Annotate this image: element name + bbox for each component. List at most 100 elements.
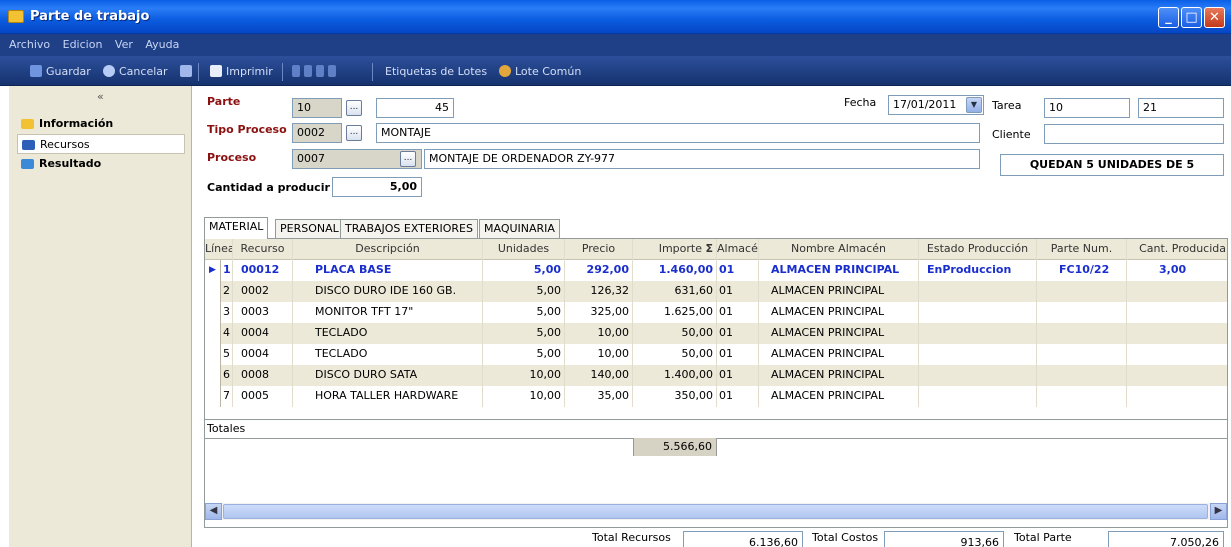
cell-nombre-almacen[interactable]: ALMACEN PRINCIPAL [759,260,919,281]
cell-precio[interactable]: 292,00 [565,260,633,281]
col-header-linea[interactable]: Línea [205,239,233,260]
scroll-left-button[interactable]: ◀ [205,503,222,520]
table-row[interactable]: ▶ 1 00012 PLACA BASE 5,00 292,00 1.460,00 01 ALM… [205,260,1227,281]
cancel-button[interactable]: Cancelar [103,64,168,80]
table-row[interactable]: 6 0008 DISCO DURO SATA 10,00 140,00 1.400,00 0… [205,365,1227,386]
cell-parte-num[interactable]: FC10/22 [1037,260,1127,281]
row-selector[interactable]: ▶ [205,260,221,281]
row-selector[interactable] [205,344,221,365]
lot-labels-button[interactable]: Etiquetas de Lotes [385,64,487,80]
cell-estado[interactable] [919,323,1037,344]
cell-recurso[interactable]: 00012 [233,260,293,281]
row-selector[interactable] [205,323,221,344]
nav-item-informacion[interactable]: Información [17,114,185,134]
menu-ayuda[interactable]: Ayuda [145,34,179,56]
tab-maquinaria[interactable]: MAQUINARIA [479,219,560,238]
menu-archivo[interactable]: Archivo [9,34,50,56]
cell-unidades[interactable]: 5,00 [483,323,565,344]
cell-precio[interactable]: 325,00 [565,302,633,323]
cell-unidades[interactable]: 10,00 [483,365,565,386]
cell-almacen[interactable]: 01 [717,281,759,302]
cell-unidades[interactable]: 5,00 [483,344,565,365]
cell-cant-producida[interactable] [1127,323,1227,344]
cell-descripcion[interactable]: DISCO DURO IDE 160 GB. [293,281,483,302]
tab-material[interactable]: MATERIAL [204,217,269,239]
cell-almacen[interactable]: 01 [717,386,759,407]
cell-recurso[interactable]: 0004 [233,344,293,365]
cell-linea[interactable]: 5 [221,344,233,365]
table-row[interactable]: 4 0004 TECLADO 5,00 10,00 50,00 01 ALMACEN PRIN… [205,323,1227,344]
cell-recurso[interactable]: 0008 [233,365,293,386]
cell-importe[interactable]: 1.460,00 [633,260,717,281]
cell-cant-producida[interactable]: 3,00 [1127,260,1227,281]
col-header-parte-num[interactable]: Parte Num. [1037,239,1127,260]
row-selector[interactable] [205,386,221,407]
nav-item-recursos[interactable]: Recursos [17,134,185,154]
cell-parte-num[interactable] [1037,323,1127,344]
parte-lookup-button[interactable]: ... [346,100,362,116]
cell-descripcion[interactable]: TECLADO [293,323,483,344]
print-button[interactable]: Imprimir [210,64,273,80]
cell-recurso[interactable]: 0004 [233,323,293,344]
proceso-lookup-button[interactable]: ... [400,151,416,167]
cell-parte-num[interactable] [1037,344,1127,365]
col-header-estado-produccion[interactable]: Estado Producción [919,239,1037,260]
cell-parte-num[interactable] [1037,386,1127,407]
cell-parte-num[interactable] [1037,281,1127,302]
cell-cant-producida[interactable] [1127,302,1227,323]
date-dropdown-button[interactable]: ▼ [966,97,982,113]
col-header-precio[interactable]: Precio [565,239,633,260]
cell-descripcion[interactable]: DISCO DURO SATA [293,365,483,386]
cell-unidades[interactable]: 5,00 [483,302,565,323]
table-row[interactable]: 2 0002 DISCO DURO IDE 160 GB. 5,00 126,32 631… [205,281,1227,302]
cell-descripcion[interactable]: HORA TALLER HARDWARE [293,386,483,407]
tab-trabajos-exteriores[interactable]: TRABAJOS EXTERIORES [340,219,478,238]
cell-cant-producida[interactable] [1127,344,1227,365]
cliente-field[interactable] [1044,124,1224,144]
maximize-button[interactable]: □ [1181,7,1202,28]
navigation-buttons[interactable] [292,64,340,80]
tarea-field-1[interactable]: 10 [1044,98,1130,118]
cantidad-field[interactable]: 5,00 [332,177,422,197]
col-header-recurso[interactable]: Recurso [233,239,293,260]
cell-precio[interactable]: 140,00 [565,365,633,386]
table-row[interactable]: 3 0003 MONITOR TFT 17" 5,00 325,00 1.625,00 01… [205,302,1227,323]
cell-descripcion[interactable]: MONITOR TFT 17" [293,302,483,323]
cell-nombre-almacen[interactable]: ALMACEN PRINCIPAL [759,323,919,344]
cell-importe[interactable]: 50,00 [633,323,717,344]
cell-estado[interactable]: EnProduccion [919,260,1037,281]
tab-personal[interactable]: PERSONAL [275,219,344,238]
collapse-panel-button[interactable]: « [97,90,104,103]
cell-recurso[interactable]: 0005 [233,386,293,407]
cell-estado[interactable] [919,302,1037,323]
cell-nombre-almacen[interactable]: ALMACEN PRINCIPAL [759,302,919,323]
cell-almacen[interactable]: 01 [717,365,759,386]
nav-item-resultado[interactable]: Resultado [17,154,185,174]
cell-importe[interactable]: 1.625,00 [633,302,717,323]
cell-unidades[interactable]: 10,00 [483,386,565,407]
cell-estado[interactable] [919,386,1037,407]
cell-almacen[interactable]: 01 [717,260,759,281]
cell-precio[interactable]: 10,00 [565,344,633,365]
cell-importe[interactable]: 631,60 [633,281,717,302]
menu-ver[interactable]: Ver [115,34,133,56]
cell-parte-num[interactable] [1037,365,1127,386]
table-row[interactable]: 7 0005 HORA TALLER HARDWARE 10,00 35,00 350,0… [205,386,1227,407]
cell-estado[interactable] [919,365,1037,386]
cell-precio[interactable]: 126,32 [565,281,633,302]
cell-cant-producida[interactable] [1127,386,1227,407]
cell-linea[interactable]: 7 [221,386,233,407]
cell-nombre-almacen[interactable]: ALMACEN PRINCIPAL [759,386,919,407]
cell-recurso[interactable]: 0003 [233,302,293,323]
col-header-importe[interactable]: Importe Σ [633,239,717,260]
tipo-proceso-description-field[interactable]: MONTAJE [376,123,980,143]
cell-cant-producida[interactable] [1127,281,1227,302]
cell-importe[interactable]: 1.400,00 [633,365,717,386]
cell-descripcion[interactable]: TECLADO [293,344,483,365]
cell-linea[interactable]: 2 [221,281,233,302]
cell-precio[interactable]: 35,00 [565,386,633,407]
scroll-thumb[interactable] [223,504,1208,519]
cell-descripcion[interactable]: PLACA BASE [293,260,483,281]
table-row[interactable]: 5 0004 TECLADO 5,00 10,00 50,00 01 ALMACEN PRIN… [205,344,1227,365]
cell-recurso[interactable]: 0002 [233,281,293,302]
